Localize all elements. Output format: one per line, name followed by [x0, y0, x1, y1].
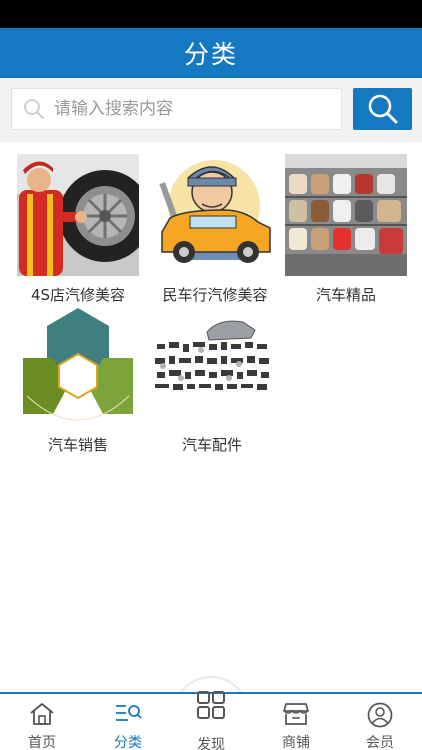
home-icon	[30, 703, 54, 725]
tab-home[interactable]: 首页	[0, 694, 84, 750]
header-bar: 分类	[0, 28, 422, 78]
search-icon	[24, 99, 45, 120]
category-image	[151, 304, 273, 426]
status-bar	[0, 0, 422, 28]
grid-icon	[197, 691, 225, 719]
tab-member[interactable]: 会员	[338, 694, 422, 750]
search-input[interactable]	[54, 99, 324, 119]
shop-icon	[283, 703, 309, 725]
tab-label: 发现	[197, 737, 225, 750]
category-item-parts[interactable]: 汽车配件	[151, 304, 273, 455]
category-image	[17, 154, 139, 276]
category-icon	[116, 705, 142, 721]
category-label: 汽车精品	[315, 286, 376, 304]
category-label: 民车行汽修美容	[162, 286, 268, 304]
tab-shop[interactable]: 商铺	[254, 694, 338, 750]
tab-category[interactable]: 分类	[86, 694, 170, 750]
user-icon	[367, 702, 393, 728]
category-item-private-garage[interactable]: 民车行汽修美容	[154, 154, 276, 305]
tab-discover[interactable]: 发现	[169, 691, 253, 750]
tab-label: 首页	[28, 735, 56, 750]
category-label: 汽车销售	[47, 436, 108, 454]
bottom-tab-bar: 首页 分类 发现 商铺 会员	[0, 691, 422, 750]
category-label: 汽车配件	[181, 436, 242, 454]
category-item-4s[interactable]: 4S店汽修美容	[17, 154, 139, 305]
category-label: 4S店汽修美容	[30, 286, 126, 304]
category-image	[17, 304, 139, 426]
category-image	[285, 154, 407, 276]
tab-label: 分类	[114, 735, 142, 750]
tab-label: 会员	[366, 735, 394, 750]
category-image	[154, 154, 276, 276]
tab-label: 商铺	[282, 735, 310, 750]
search-icon	[368, 94, 397, 124]
search-button[interactable]	[353, 88, 412, 130]
search-area	[0, 78, 422, 142]
category-item-accessories[interactable]: 汽车精品	[285, 154, 407, 305]
category-item-sales[interactable]: 汽车销售	[17, 304, 139, 455]
page-title: 分类	[183, 40, 238, 69]
search-box[interactable]	[11, 88, 342, 130]
